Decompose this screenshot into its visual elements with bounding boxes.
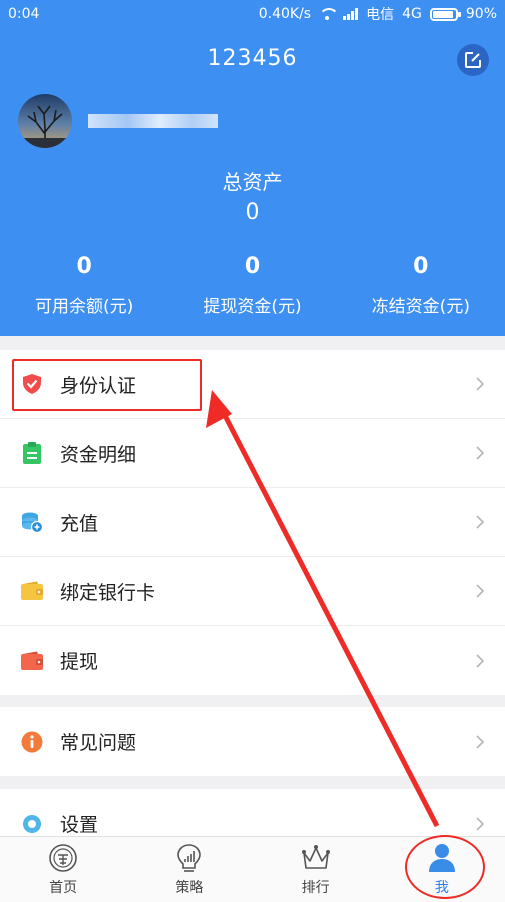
chevron-right-icon bbox=[455, 445, 485, 461]
menu-item-label: 提现 bbox=[60, 651, 99, 673]
stat-value: 0 bbox=[413, 254, 429, 279]
tab-label: 排行 bbox=[301, 880, 330, 896]
username-blurred bbox=[88, 114, 218, 128]
menu-item-bind-card[interactable]: 绑定银行卡 bbox=[0, 557, 505, 626]
tab-label: 首页 bbox=[49, 880, 78, 896]
stat-frozen: 0 冻结资金(元) bbox=[337, 254, 505, 317]
gear-icon bbox=[20, 812, 44, 836]
battery-percent: 90% bbox=[465, 6, 497, 22]
home-coin-icon bbox=[49, 844, 77, 872]
battery-icon bbox=[429, 7, 461, 21]
chevron-right-icon bbox=[455, 816, 485, 832]
tab-ranking[interactable]: 排行 bbox=[253, 837, 379, 902]
menu-item-label: 绑定银行卡 bbox=[60, 581, 156, 604]
withdraw-wallet-icon bbox=[20, 649, 44, 673]
menu-item-faq[interactable]: 常见问题 bbox=[0, 707, 505, 776]
stat-label: 提现资金(元) bbox=[203, 297, 302, 317]
annotation-circle bbox=[405, 835, 485, 899]
info-icon bbox=[20, 730, 44, 754]
menu-item-label: 设置 bbox=[60, 814, 99, 836]
signal-icon bbox=[343, 8, 359, 20]
wifi-icon bbox=[319, 8, 340, 20]
bulb-chart-icon bbox=[177, 844, 202, 872]
chevron-right-icon bbox=[455, 734, 485, 750]
stat-label: 冻结资金(元) bbox=[371, 297, 470, 317]
clipboard-icon bbox=[20, 441, 44, 465]
stat-value: 0 bbox=[76, 254, 92, 279]
stat-available: 0 可用余额(元) bbox=[0, 254, 168, 317]
coin-stack-icon bbox=[20, 510, 44, 534]
menu-item-withdraw[interactable]: 提现 bbox=[0, 626, 505, 695]
chevron-right-icon bbox=[455, 376, 485, 392]
tab-label: 策略 bbox=[175, 880, 204, 896]
menu-group-help: 常见问题 bbox=[0, 707, 505, 776]
account-header: 123456 总资产 0 0 可用余额(元) 0 提现资金(元) 0 冻结资金(… bbox=[0, 28, 505, 336]
status-bar: 0:04 0.40K/s 电信 4G 90% bbox=[0, 0, 505, 28]
wallet-icon bbox=[20, 579, 44, 603]
stat-value: 0 bbox=[244, 254, 261, 279]
total-assets-value: 0 bbox=[245, 200, 260, 225]
edit-icon bbox=[465, 52, 481, 68]
tab-home[interactable]: 首页 bbox=[0, 837, 126, 902]
stat-label: 可用余额(元) bbox=[35, 297, 134, 317]
network-speed: 0.40K/s bbox=[258, 6, 312, 22]
menu-item-label: 常见问题 bbox=[60, 732, 137, 754]
carrier-label: 电信 bbox=[366, 7, 395, 23]
menu-item-label: 资金明细 bbox=[60, 443, 137, 466]
user-id: 123456 bbox=[207, 46, 298, 71]
asset-stats: 0 可用余额(元) 0 提现资金(元) 0 冻结资金(元) bbox=[0, 254, 505, 317]
total-assets-label: 总资产 bbox=[222, 170, 283, 194]
menu-item-recharge[interactable]: 充值 bbox=[0, 488, 505, 557]
annotation-highlight-box bbox=[12, 359, 202, 411]
avatar[interactable] bbox=[18, 94, 72, 148]
chevron-right-icon bbox=[455, 653, 485, 669]
chevron-right-icon bbox=[455, 514, 485, 530]
menu-item-label: 充值 bbox=[60, 512, 99, 535]
tab-strategy[interactable]: 策略 bbox=[126, 837, 252, 902]
network-type: 4G bbox=[402, 6, 422, 22]
crown-icon bbox=[301, 845, 330, 869]
stat-withdrawal: 0 提现资金(元) bbox=[168, 254, 336, 317]
status-time: 0:04 bbox=[8, 6, 40, 22]
chevron-right-icon bbox=[455, 583, 485, 599]
edit-button[interactable] bbox=[457, 44, 489, 76]
menu-item-fund-details[interactable]: 资金明细 bbox=[0, 419, 505, 488]
